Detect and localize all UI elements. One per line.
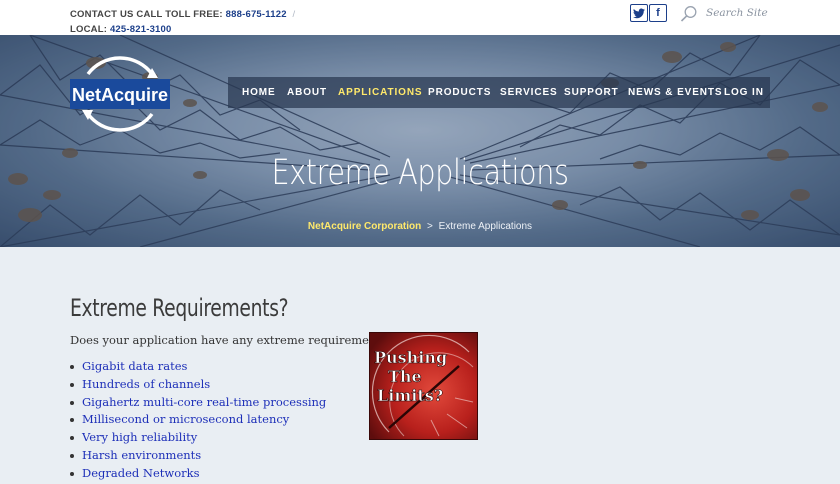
- page-title: Extreme Applications: [271, 153, 569, 193]
- top-bar: CONTACT US CALL TOLL FREE: 888-675-1122 …: [0, 0, 840, 35]
- list-item[interactable]: Hundreds of channels: [70, 377, 326, 395]
- facebook-button[interactable]: f: [649, 4, 667, 22]
- list-item[interactable]: Degraded Networks: [70, 466, 326, 484]
- hero-banner: NetAcquire HOME ABOUT APPLICATIONS PRODU…: [0, 35, 840, 247]
- twitter-icon: [633, 8, 645, 18]
- nav-home[interactable]: HOME: [242, 87, 276, 98]
- nav-support[interactable]: SUPPORT: [564, 87, 619, 98]
- badge-line-1: Pushing: [374, 348, 447, 367]
- nav-services[interactable]: SERVICES: [500, 87, 558, 98]
- badge-line-3: Limits?: [377, 386, 443, 405]
- breadcrumb-home-link[interactable]: NetAcquire Corporation: [308, 221, 421, 232]
- badge-line-2: The: [388, 367, 422, 386]
- twitter-button[interactable]: [630, 4, 648, 22]
- nav-about[interactable]: ABOUT: [287, 87, 327, 98]
- local-number-link[interactable]: 425-821-3100: [110, 24, 172, 35]
- list-item[interactable]: Millisecond or microsecond latency: [70, 412, 326, 430]
- pushing-the-limits-image: Pushing The Limits?: [369, 332, 478, 440]
- main-nav: HOME ABOUT APPLICATIONS PRODUCTS SERVICE…: [228, 77, 770, 108]
- tollfree-label: CONTACT US CALL TOLL FREE:: [70, 9, 223, 20]
- logo-text: NetAcquire: [72, 85, 168, 105]
- contact-separator: /: [292, 9, 296, 20]
- list-item[interactable]: Very high reliability: [70, 430, 326, 448]
- list-item[interactable]: Gigahertz multi-core real-time processin…: [70, 395, 326, 413]
- requirements-list: Gigabit data rates Hundreds of channels …: [70, 359, 326, 484]
- breadcrumb-separator: >: [427, 221, 433, 232]
- main-content: Extreme Requirements? Does your applicat…: [0, 247, 840, 480]
- list-item[interactable]: Harsh environments: [70, 448, 326, 466]
- breadcrumb: NetAcquire Corporation > Extreme Applica…: [0, 221, 840, 232]
- nav-news-events[interactable]: NEWS & EVENTS: [628, 87, 723, 98]
- search-input[interactable]: Search Site: [706, 7, 768, 19]
- nav-products[interactable]: PRODUCTS: [428, 87, 491, 98]
- contact-info: CONTACT US CALL TOLL FREE: 888-675-1122 …: [70, 7, 295, 37]
- breadcrumb-current: Extreme Applications: [438, 221, 533, 232]
- nav-log-in[interactable]: LOG IN: [724, 87, 764, 98]
- search-icon[interactable]: [680, 5, 698, 23]
- intro-text: Does your application have any extreme r…: [70, 333, 391, 347]
- netacquire-logo[interactable]: NetAcquire: [70, 52, 170, 136]
- list-item[interactable]: Gigabit data rates: [70, 359, 326, 377]
- nav-applications[interactable]: APPLICATIONS: [338, 87, 423, 98]
- tollfree-number-link[interactable]: 888-675-1122: [226, 9, 287, 20]
- section-heading: Extreme Requirements?: [70, 294, 289, 322]
- local-label: LOCAL:: [70, 24, 108, 35]
- facebook-icon: f: [656, 7, 660, 19]
